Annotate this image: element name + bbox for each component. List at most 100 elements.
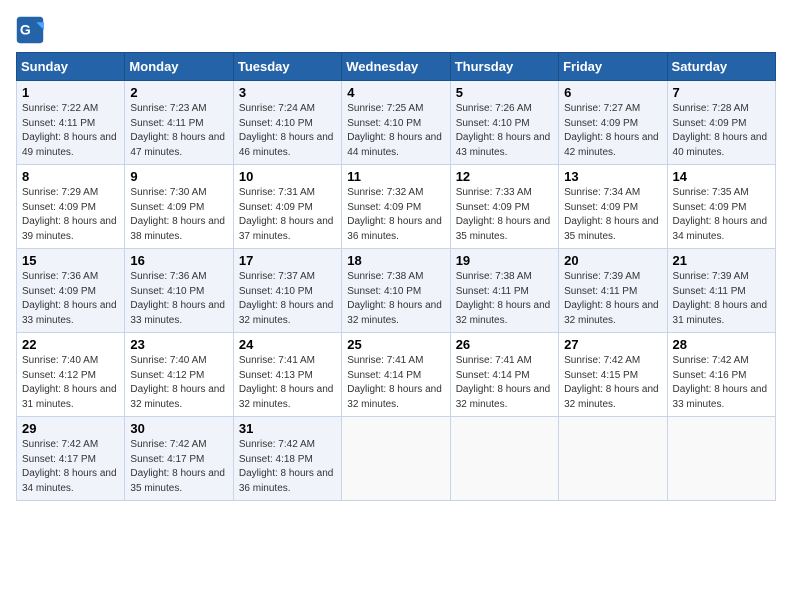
day-info: Sunrise: 7:42 AMSunset: 4:16 PMDaylight:… [673,354,770,412]
calendar-week-row: 29 Sunrise: 7:42 AMSunset: 4:17 PMDayligh… [17,417,776,501]
day-info: Sunrise: 7:40 AMSunset: 4:12 PMDaylight:… [22,354,119,412]
svg-text:G: G [20,22,31,38]
day-info: Sunrise: 7:36 AMSunset: 4:10 PMDaylight:… [130,270,227,328]
day-number: 11 [347,169,444,184]
day-info: Sunrise: 7:42 AMSunset: 4:15 PMDaylight:… [564,354,661,412]
weekday-header-monday: Monday [125,53,233,81]
day-info: Sunrise: 7:26 AMSunset: 4:10 PMDaylight:… [456,102,553,160]
day-number: 19 [456,253,553,268]
day-number: 3 [239,85,336,100]
weekday-header-sunday: Sunday [17,53,125,81]
day-info: Sunrise: 7:42 AMSunset: 4:17 PMDaylight:… [130,438,227,496]
day-info: Sunrise: 7:41 AMSunset: 4:14 PMDaylight:… [347,354,444,412]
calendar-cell: 7 Sunrise: 7:28 AMSunset: 4:09 PMDaylight… [667,81,775,165]
day-info: Sunrise: 7:39 AMSunset: 4:11 PMDaylight:… [564,270,661,328]
day-number: 2 [130,85,227,100]
day-info: Sunrise: 7:27 AMSunset: 4:09 PMDaylight:… [564,102,661,160]
calendar-cell: 19 Sunrise: 7:38 AMSunset: 4:11 PMDayligh… [450,249,558,333]
logo: G [16,16,48,44]
day-info: Sunrise: 7:35 AMSunset: 4:09 PMDaylight:… [673,186,770,244]
day-number: 13 [564,169,661,184]
calendar-cell: 17 Sunrise: 7:37 AMSunset: 4:10 PMDayligh… [233,249,341,333]
day-info: Sunrise: 7:25 AMSunset: 4:10 PMDaylight:… [347,102,444,160]
weekday-header-tuesday: Tuesday [233,53,341,81]
calendar-week-row: 15 Sunrise: 7:36 AMSunset: 4:09 PMDayligh… [17,249,776,333]
calendar-cell: 5 Sunrise: 7:26 AMSunset: 4:10 PMDaylight… [450,81,558,165]
calendar-cell: 4 Sunrise: 7:25 AMSunset: 4:10 PMDaylight… [342,81,450,165]
day-info: Sunrise: 7:42 AMSunset: 4:17 PMDaylight:… [22,438,119,496]
calendar-cell: 23Sunrise: 7:40 AMSunset: 4:12 PMDayligh… [125,333,233,417]
day-number: 29 [22,421,119,436]
day-info: Sunrise: 7:31 AMSunset: 4:09 PMDaylight:… [239,186,336,244]
calendar-cell: 25 Sunrise: 7:41 AMSunset: 4:14 PMDayligh… [342,333,450,417]
calendar-cell: 26Sunrise: 7:41 AMSunset: 4:14 PMDayligh… [450,333,558,417]
day-number: 20 [564,253,661,268]
weekday-header-wednesday: Wednesday [342,53,450,81]
calendar-cell: 10 Sunrise: 7:31 AMSunset: 4:09 PMDayligh… [233,165,341,249]
calendar-cell: 21 Sunrise: 7:39 AMSunset: 4:11 PMDayligh… [667,249,775,333]
day-number: 28 [673,337,770,352]
day-number: 4 [347,85,444,100]
day-number: 5 [456,85,553,100]
day-number: 17 [239,253,336,268]
day-info: Sunrise: 7:36 AMSunset: 4:09 PMDaylight:… [22,270,119,328]
day-number: 24 [239,337,336,352]
calendar-cell [667,417,775,501]
day-info: Sunrise: 7:28 AMSunset: 4:09 PMDaylight:… [673,102,770,160]
logo-icon: G [16,16,44,44]
day-number: 21 [673,253,770,268]
calendar-week-row: 1Sunrise: 7:22 AMSunset: 4:11 PMDaylight… [17,81,776,165]
day-info: Sunrise: 7:34 AMSunset: 4:09 PMDaylight:… [564,186,661,244]
calendar-cell: 11 Sunrise: 7:32 AMSunset: 4:09 PMDayligh… [342,165,450,249]
day-number: 27 [564,337,661,352]
calendar-cell: 30 Sunrise: 7:42 AMSunset: 4:17 PMDayligh… [125,417,233,501]
day-info: Sunrise: 7:24 AMSunset: 4:10 PMDaylight:… [239,102,336,160]
calendar-cell: 6 Sunrise: 7:27 AMSunset: 4:09 PMDaylight… [559,81,667,165]
day-info: Sunrise: 7:37 AMSunset: 4:10 PMDaylight:… [239,270,336,328]
calendar-cell: 20 Sunrise: 7:39 AMSunset: 4:11 PMDayligh… [559,249,667,333]
day-info: Sunrise: 7:30 AMSunset: 4:09 PMDaylight:… [130,186,227,244]
calendar-cell [342,417,450,501]
calendar-cell: 28 Sunrise: 7:42 AMSunset: 4:16 PMDayligh… [667,333,775,417]
day-number: 31 [239,421,336,436]
day-info: Sunrise: 7:38 AMSunset: 4:11 PMDaylight:… [456,270,553,328]
day-number: 23 [130,337,227,352]
calendar-cell [559,417,667,501]
day-number: 25 [347,337,444,352]
day-number: 16 [130,253,227,268]
page-header: G [16,16,776,44]
calendar-cell: 14Sunrise: 7:35 AMSunset: 4:09 PMDayligh… [667,165,775,249]
day-number: 22 [22,337,119,352]
calendar-cell: 22 Sunrise: 7:40 AMSunset: 4:12 PMDayligh… [17,333,125,417]
calendar-cell: 27 Sunrise: 7:42 AMSunset: 4:15 PMDayligh… [559,333,667,417]
day-number: 12 [456,169,553,184]
calendar-week-row: 8 Sunrise: 7:29 AMSunset: 4:09 PMDaylight… [17,165,776,249]
calendar-cell: 13 Sunrise: 7:34 AMSunset: 4:09 PMDayligh… [559,165,667,249]
calendar-week-row: 22 Sunrise: 7:40 AMSunset: 4:12 PMDayligh… [17,333,776,417]
weekday-header-saturday: Saturday [667,53,775,81]
day-number: 10 [239,169,336,184]
day-info: Sunrise: 7:33 AMSunset: 4:09 PMDaylight:… [456,186,553,244]
calendar-table: SundayMondayTuesdayWednesdayThursdayFrid… [16,52,776,501]
day-number: 7 [673,85,770,100]
calendar-cell: 15 Sunrise: 7:36 AMSunset: 4:09 PMDayligh… [17,249,125,333]
weekday-header-thursday: Thursday [450,53,558,81]
day-number: 15 [22,253,119,268]
calendar-cell: 1Sunrise: 7:22 AMSunset: 4:11 PMDaylight… [17,81,125,165]
day-info: Sunrise: 7:32 AMSunset: 4:09 PMDaylight:… [347,186,444,244]
calendar-cell: 2Sunrise: 7:23 AMSunset: 4:11 PMDaylight… [125,81,233,165]
weekday-header-friday: Friday [559,53,667,81]
day-number: 30 [130,421,227,436]
day-number: 6 [564,85,661,100]
day-info: Sunrise: 7:22 AMSunset: 4:11 PMDaylight:… [22,102,119,160]
calendar-cell: 9 Sunrise: 7:30 AMSunset: 4:09 PMDaylight… [125,165,233,249]
calendar-cell: 8 Sunrise: 7:29 AMSunset: 4:09 PMDaylight… [17,165,125,249]
calendar-cell: 29 Sunrise: 7:42 AMSunset: 4:17 PMDayligh… [17,417,125,501]
day-info: Sunrise: 7:38 AMSunset: 4:10 PMDaylight:… [347,270,444,328]
calendar-cell [450,417,558,501]
day-number: 9 [130,169,227,184]
day-info: Sunrise: 7:39 AMSunset: 4:11 PMDaylight:… [673,270,770,328]
day-number: 8 [22,169,119,184]
day-info: Sunrise: 7:29 AMSunset: 4:09 PMDaylight:… [22,186,119,244]
day-info: Sunrise: 7:41 AMSunset: 4:14 PMDaylight:… [456,354,553,412]
